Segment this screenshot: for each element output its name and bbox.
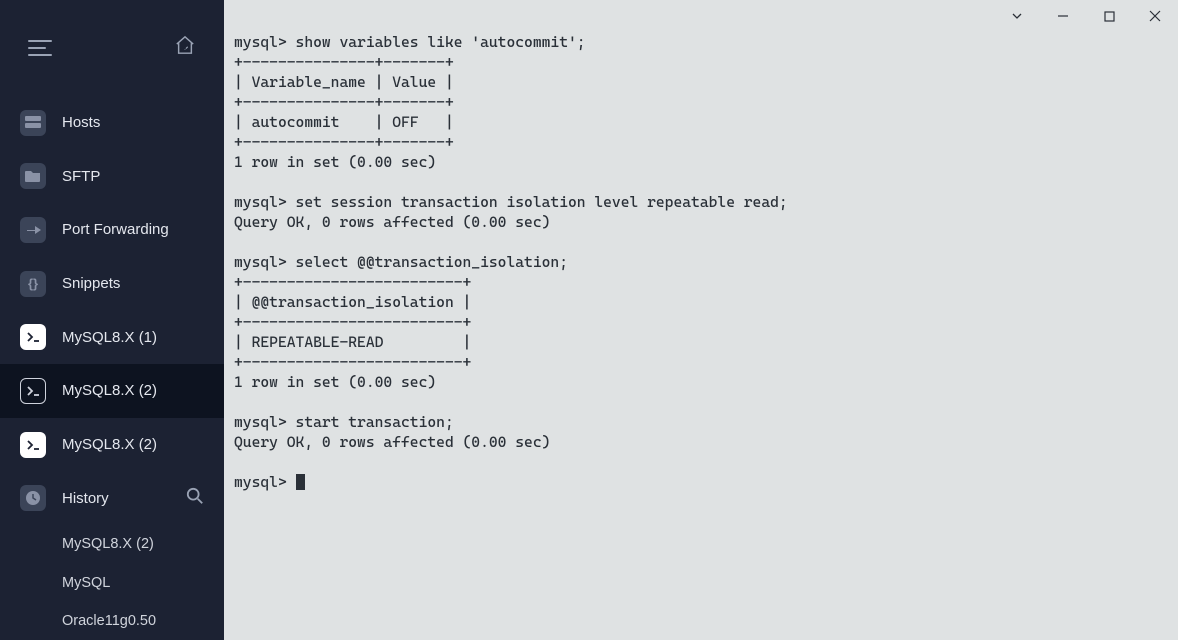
sidebar-item-label: History [62,490,170,507]
sidebar-item-label: Snippets [62,275,204,292]
sidebar-header [0,0,224,96]
main-area: mysql> show variables like 'autocommit';… [224,0,1178,640]
history-item-label: Oracle11g0.50 [62,613,156,629]
history-item-1[interactable]: MySQL8.X (2) [0,525,224,563]
sidebar: Hosts SFTP Port Forwarding {} Snippets M… [0,0,224,640]
terminal-icon [20,378,46,404]
sidebar-item-label: MySQL8.X (2) [62,382,204,399]
forward-icon [20,217,46,243]
sidebar-item-sftp[interactable]: SFTP [0,149,224,203]
dropdown-button[interactable] [994,1,1040,31]
terminal-output[interactable]: mysql> show variables like 'autocommit';… [224,32,1178,640]
sidebar-item-hosts[interactable]: Hosts [0,96,224,150]
close-button[interactable] [1132,1,1178,31]
sidebar-item-label: SFTP [62,168,204,185]
sidebar-item-snippets[interactable]: {} Snippets [0,257,224,311]
search-icon[interactable] [186,487,204,509]
braces-icon: {} [20,271,46,297]
sidebar-item-label: Port Forwarding [62,221,204,238]
sidebar-item-port-forwarding[interactable]: Port Forwarding [0,203,224,257]
maximize-button[interactable] [1086,1,1132,31]
sidebar-item-label: MySQL8.X (1) [62,329,204,346]
sidebar-item-history[interactable]: History [0,471,224,525]
sidebar-item-session-1[interactable]: MySQL8.X (1) [0,310,224,364]
home-icon[interactable] [174,35,196,60]
sidebar-item-label: MySQL8.X (2) [62,436,204,453]
sidebar-item-session-3[interactable]: MySQL8.X (2) [0,418,224,472]
terminal-cursor [296,474,305,490]
terminal-icon [20,432,46,458]
history-item-label: MySQL [62,575,110,591]
sidebar-item-session-2[interactable]: MySQL8.X (2) [0,364,224,418]
minimize-button[interactable] [1040,1,1086,31]
terminal-icon [20,324,46,350]
folder-icon [20,163,46,189]
history-item-label: MySQL8.X (2) [62,536,154,552]
window-controls [224,0,1178,32]
clock-icon [20,485,46,511]
hosts-icon [20,110,46,136]
history-item-2[interactable]: MySQL [0,563,224,601]
history-item-3[interactable]: Oracle11g0.50 [0,602,224,640]
sidebar-item-label: Hosts [62,114,204,131]
menu-icon[interactable] [28,40,52,56]
